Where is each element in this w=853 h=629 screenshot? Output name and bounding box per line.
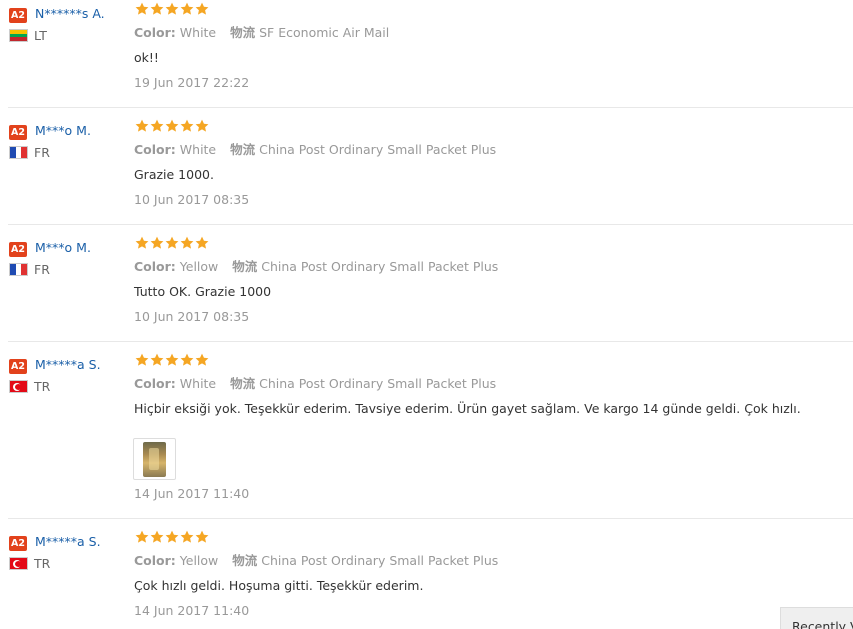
star-icon [165, 236, 179, 249]
logistics-label: 物流 [230, 376, 256, 391]
recently-viewed-tab[interactable]: Recently V [780, 607, 853, 629]
color-value: White [179, 25, 217, 40]
color-label: Color: [134, 376, 176, 391]
star-rating [135, 2, 209, 20]
buyer-level-badge: A2 [9, 359, 27, 374]
reviewer-country: TR [34, 379, 51, 394]
reviewer-name[interactable]: M*****a S. [35, 356, 101, 374]
order-info: Color: Yellow 物流 China Post Ordinary Sma… [134, 258, 498, 276]
color-value: White [179, 376, 217, 391]
logistics-value: China Post Ordinary Small Packet Plus [261, 259, 499, 274]
review-text: Hiçbir eksiği yok. Teşekkür ederim. Tavs… [134, 401, 801, 416]
reviewer-country: LT [34, 28, 47, 43]
star-icon [195, 353, 209, 366]
star-icon [150, 353, 164, 366]
star-icon [165, 530, 179, 543]
star-icon [135, 236, 149, 249]
order-info: Color: White 物流 SF Economic Air Mail [134, 24, 389, 42]
star-rating [135, 353, 209, 371]
order-info: Color: White 物流 China Post Ordinary Smal… [134, 375, 496, 393]
review-date: 14 Jun 2017 11:40 [134, 603, 250, 618]
star-icon [150, 2, 164, 15]
color-value: White [179, 142, 217, 157]
review-date: 19 Jun 2017 22:22 [134, 75, 250, 90]
star-icon [150, 119, 164, 132]
buyer-level-badge: A2 [9, 242, 27, 257]
reviewer-name[interactable]: M*****a S. [35, 533, 101, 551]
star-icon [195, 530, 209, 543]
review-item: A2 M***o M. FR Color: Yellow 物流 China Po… [8, 234, 853, 342]
reviewer-name[interactable]: M***o M. [35, 122, 91, 140]
color-label: Color: [134, 259, 176, 274]
review-item: A2 N******s A. LT Color: White 物流 SF Eco… [8, 0, 853, 108]
order-info: Color: White 物流 China Post Ordinary Smal… [134, 141, 496, 159]
star-rating [135, 119, 209, 137]
logistics-label: 物流 [232, 259, 258, 274]
country-flag-icon [9, 380, 28, 393]
review-text: Tutto OK. Grazie 1000 [134, 284, 272, 299]
star-icon [180, 530, 194, 543]
review-date: 14 Jun 2017 11:40 [134, 486, 250, 501]
star-icon [180, 353, 194, 366]
buyer-level-badge: A2 [9, 8, 27, 23]
reviewer-name[interactable]: M***o M. [35, 239, 91, 257]
reviewer-name[interactable]: N******s A. [35, 5, 105, 23]
star-icon [180, 236, 194, 249]
star-icon [195, 236, 209, 249]
review-text: Grazie 1000. [134, 167, 214, 182]
logistics-label: 物流 [232, 553, 258, 568]
country-flag-icon [9, 263, 28, 276]
review-item: A2 M*****a S. TR Color: White 物流 China P… [8, 351, 853, 519]
buyer-level-badge: A2 [9, 536, 27, 551]
review-date: 10 Jun 2017 08:35 [134, 192, 250, 207]
star-icon [150, 236, 164, 249]
color-label: Color: [134, 553, 176, 568]
logistics-value: China Post Ordinary Small Packet Plus [259, 142, 497, 157]
logistics-value: China Post Ordinary Small Packet Plus [261, 553, 499, 568]
product-photo [143, 442, 166, 477]
star-icon [195, 2, 209, 15]
order-info: Color: Yellow 物流 China Post Ordinary Sma… [134, 552, 498, 570]
star-icon [165, 2, 179, 15]
color-label: Color: [134, 142, 176, 157]
star-icon [165, 119, 179, 132]
review-item: A2 M***o M. FR Color: White 物流 China Pos… [8, 117, 853, 225]
star-icon [195, 119, 209, 132]
review-photo-thumbnail[interactable] [133, 438, 176, 480]
country-flag-icon [9, 29, 28, 42]
review-text: Çok hızlı geldi. Hoşuma gitti. Teşekkür … [134, 578, 424, 593]
review-date: 10 Jun 2017 08:35 [134, 309, 250, 324]
star-rating [135, 236, 209, 254]
star-icon [135, 119, 149, 132]
color-label: Color: [134, 25, 176, 40]
review-item: A2 M*****a S. TR Color: Yellow 物流 China … [8, 528, 853, 629]
color-value: Yellow [179, 553, 219, 568]
star-icon [150, 530, 164, 543]
reviewer-country: FR [34, 145, 50, 160]
star-icon [180, 2, 194, 15]
reviewer-country: TR [34, 556, 51, 571]
star-icon [135, 353, 149, 366]
country-flag-icon [9, 557, 28, 570]
logistics-label: 物流 [230, 25, 256, 40]
logistics-value: China Post Ordinary Small Packet Plus [259, 376, 497, 391]
reviewer-country: FR [34, 262, 50, 277]
star-rating [135, 530, 209, 548]
color-value: Yellow [179, 259, 219, 274]
star-icon [135, 530, 149, 543]
star-icon [165, 353, 179, 366]
buyer-level-badge: A2 [9, 125, 27, 140]
country-flag-icon [9, 146, 28, 159]
logistics-value: SF Economic Air Mail [259, 25, 390, 40]
review-text: ok!! [134, 50, 159, 65]
star-icon [135, 2, 149, 15]
logistics-label: 物流 [230, 142, 256, 157]
star-icon [180, 119, 194, 132]
